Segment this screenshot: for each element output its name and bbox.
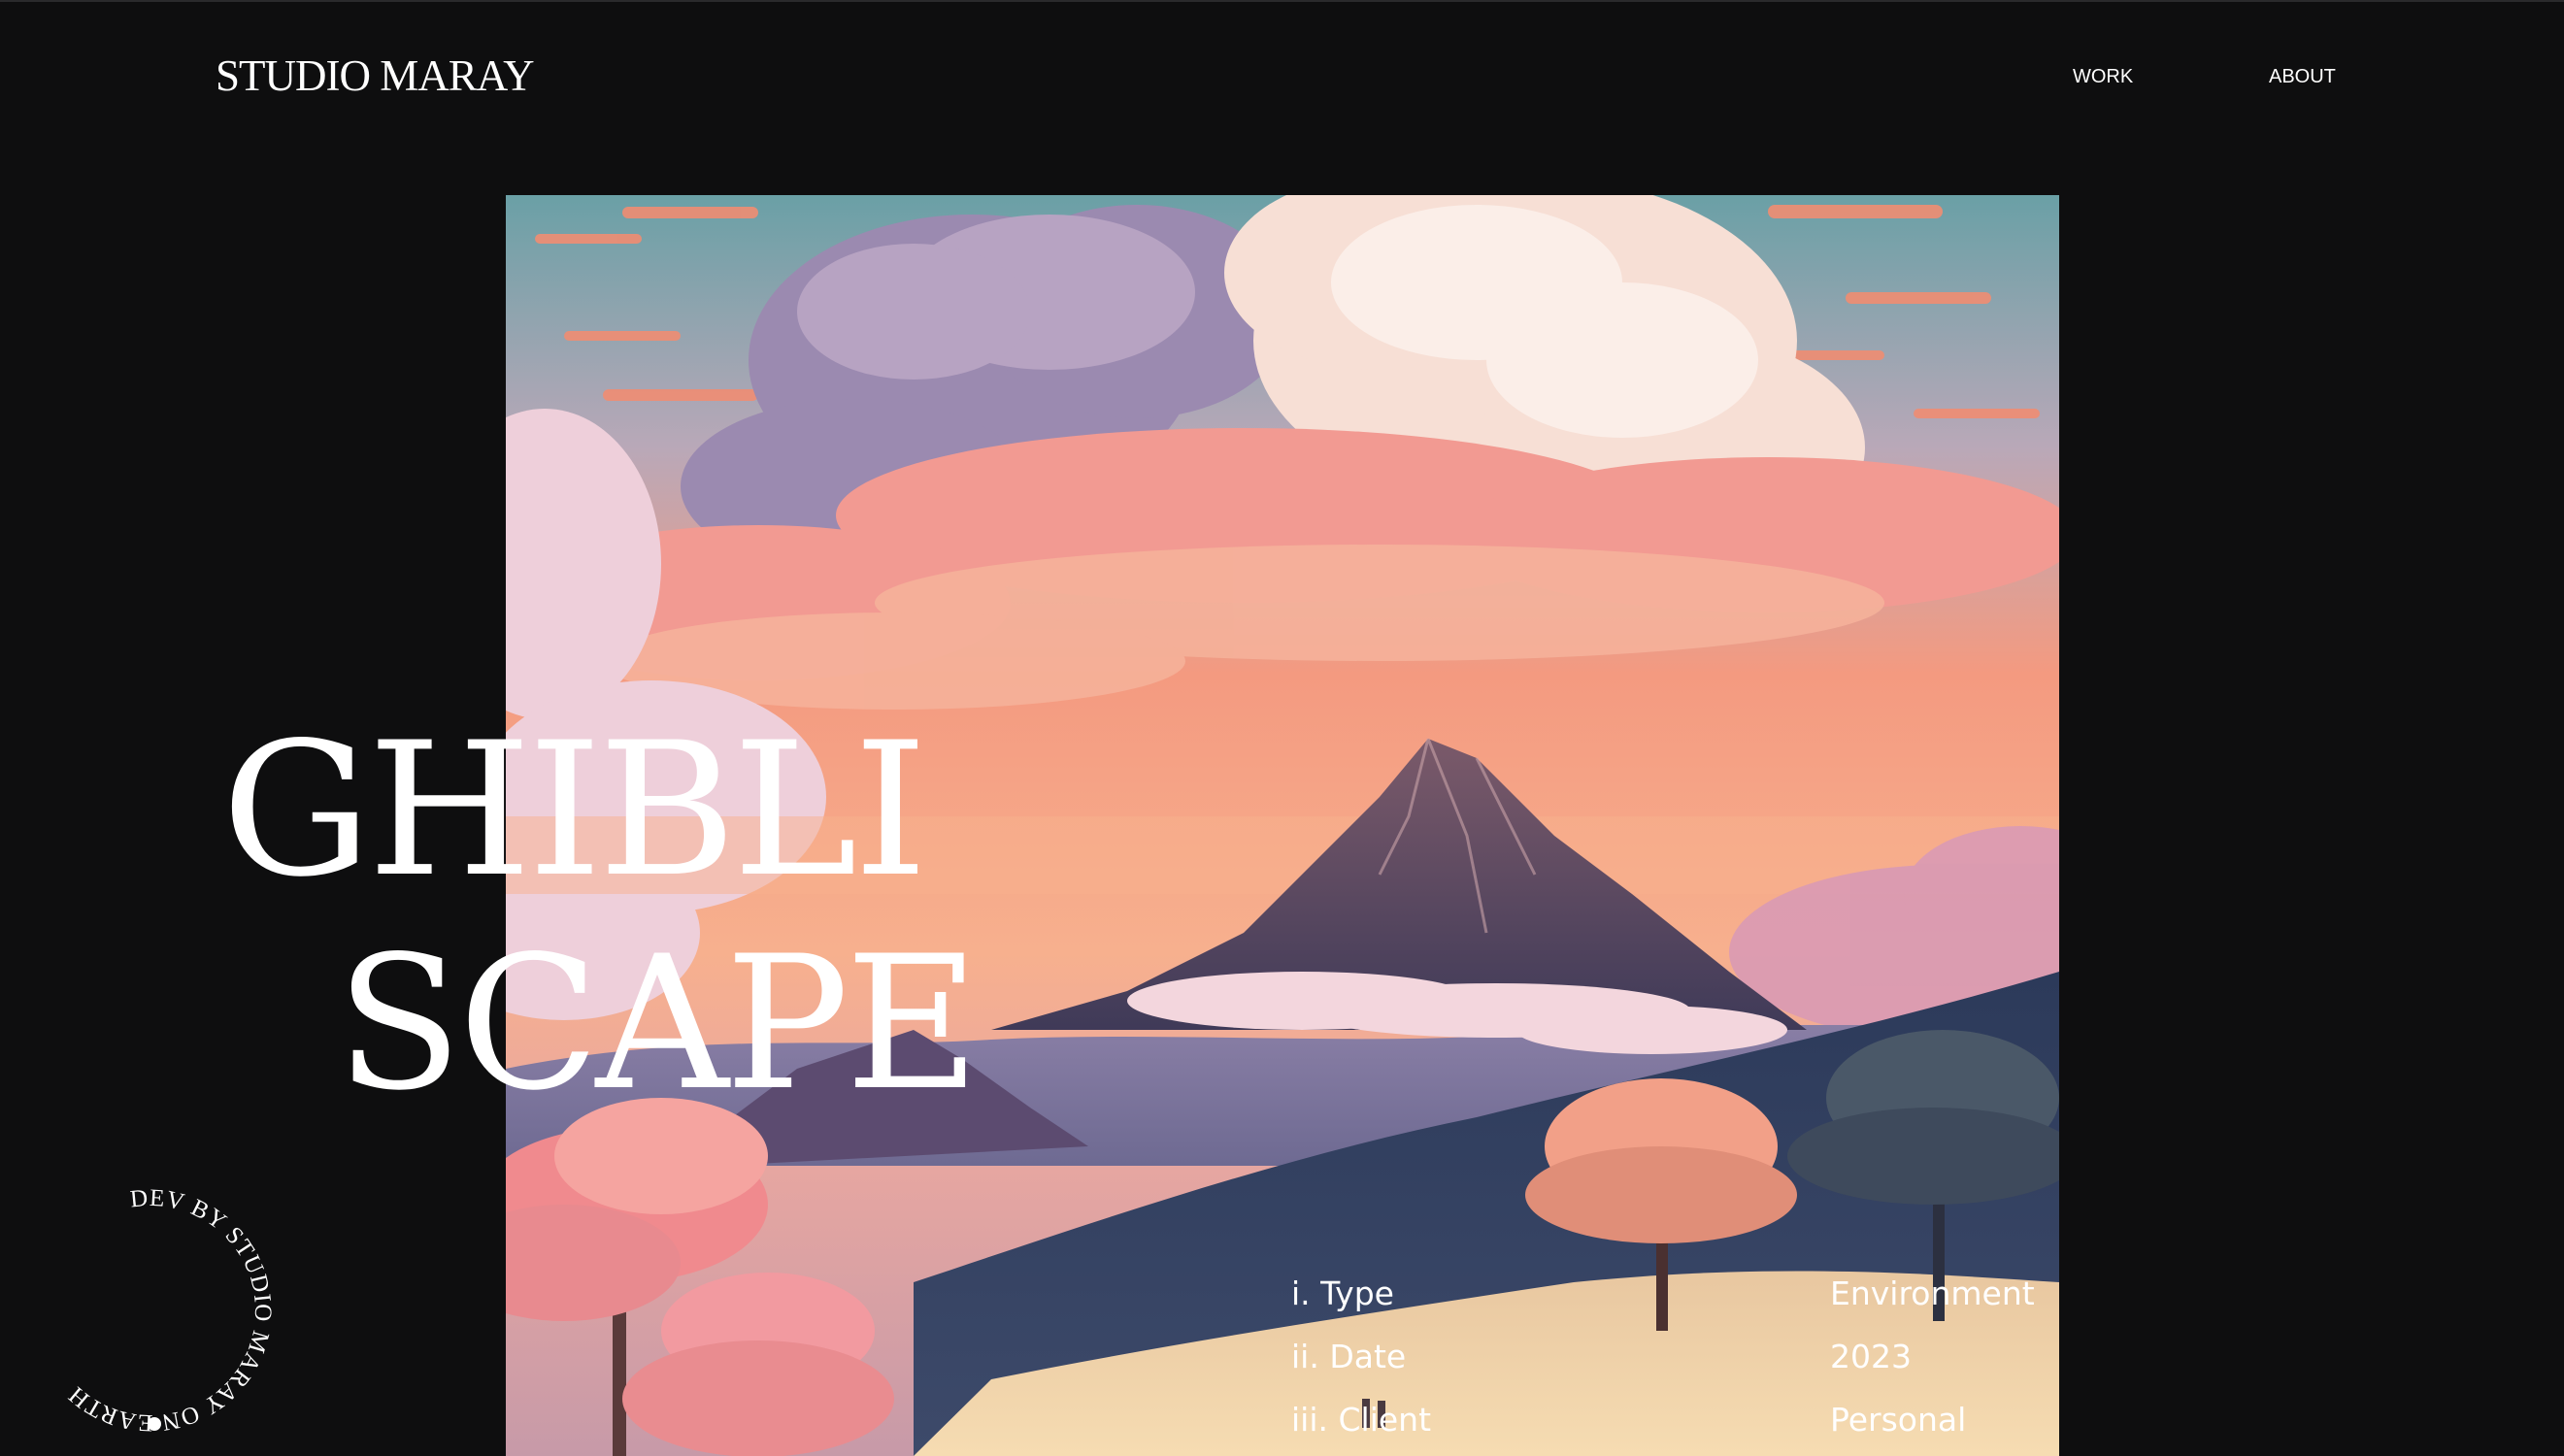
badge-text-path: DEV BY STUDIO MARAY ON EARTH [63,1185,275,1437]
rotating-text-badge: DEV BY STUDIO MARAY ON EARTH [19,1179,282,1441]
meta-label-date: ii. Date [1291,1338,1407,1375]
nav-work-link[interactable]: WORK [2073,66,2133,88]
hero-title-line1: GHIBLI [221,703,928,917]
badge-circular-text: DEV BY STUDIO MARAY ON EARTH [63,1185,276,1437]
meta-value-client: Personal [1830,1401,1967,1439]
nav-about-link[interactable]: ABOUT [2269,66,2336,88]
hero-title-line2: SCAPE [336,916,980,1131]
meta-label-type: i. Type [1291,1274,1394,1312]
meta-label-client: iii. Client [1291,1401,1432,1439]
meta-value-type: Environment [1830,1274,2035,1312]
top-border [0,0,2564,2]
meta-value-date: 2023 [1830,1338,1912,1375]
site-logo[interactable]: STUDIO MARAY [216,50,535,101]
